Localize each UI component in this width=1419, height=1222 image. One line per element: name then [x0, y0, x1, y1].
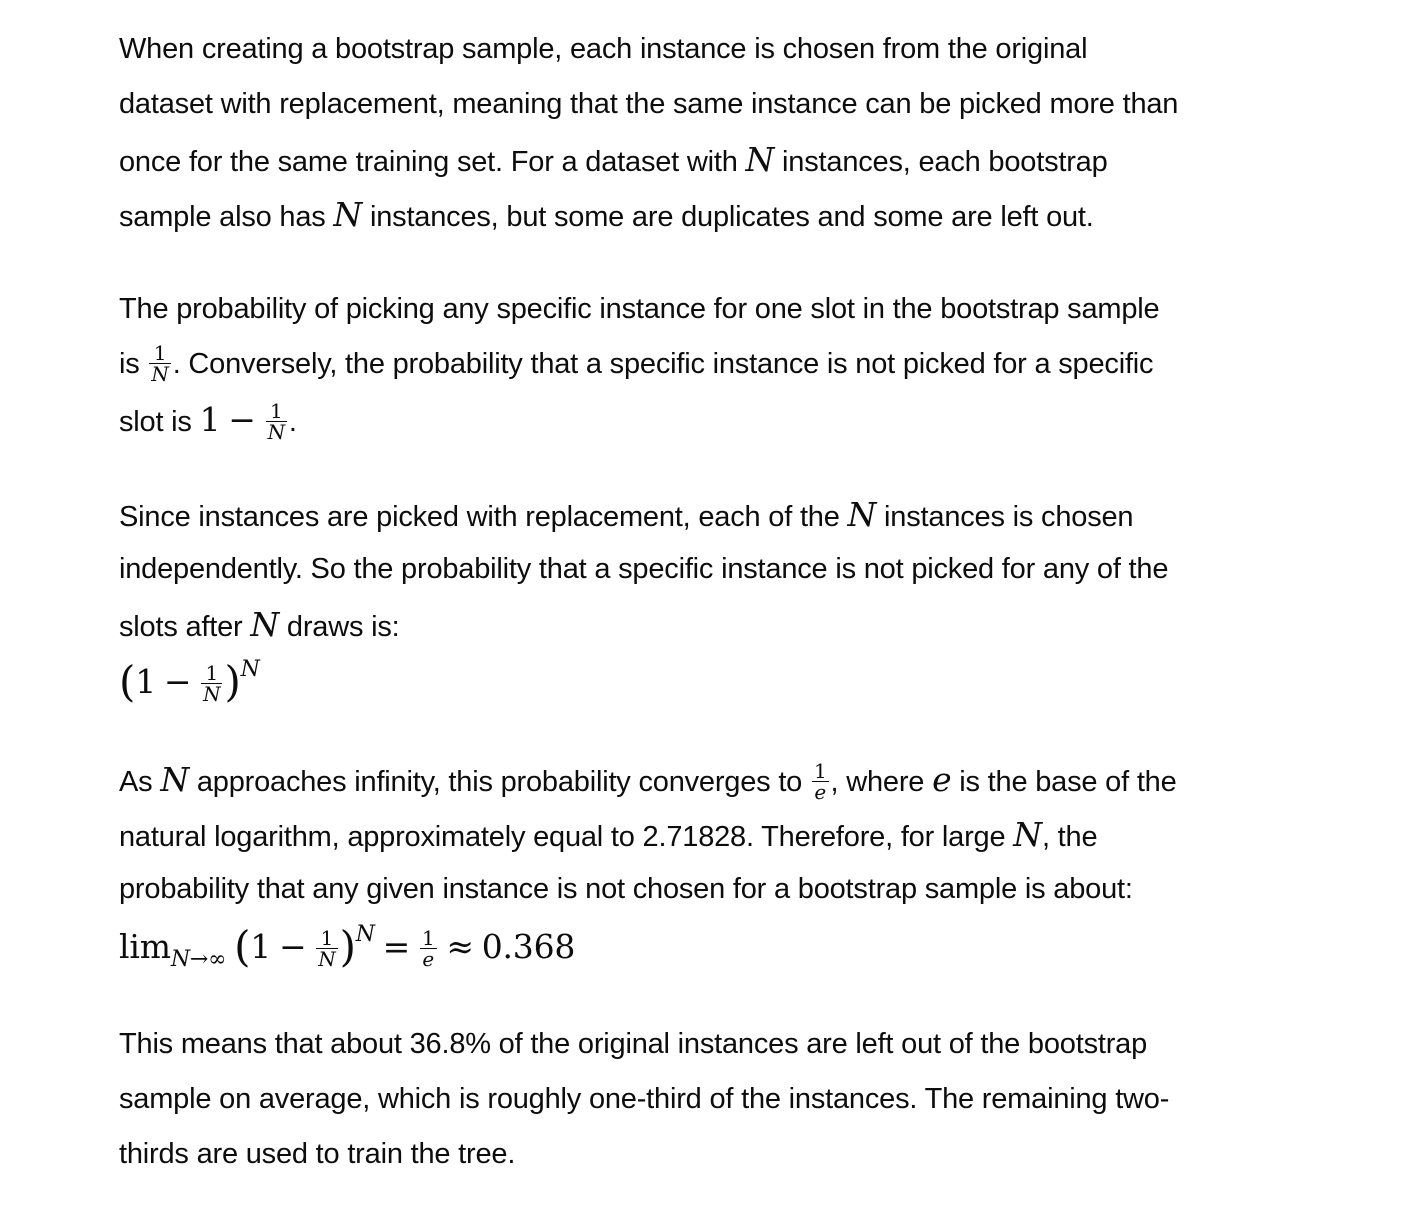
paragraph-conclusion: This means that about 36.8% of the origi…	[119, 1017, 1299, 1182]
fraction-denominator: e	[814, 779, 827, 804]
text-run: When creating a bootstrap sample, each i…	[119, 33, 1088, 65]
fraction-denominator: e	[422, 946, 435, 971]
article-body: When creating a bootstrap sample, each i…	[119, 22, 1299, 1222]
paragraph-limit: As N approaches infinity, this probabili…	[119, 752, 1299, 977]
fraction-numerator: 1	[316, 928, 338, 949]
fraction-one-over-n: 1N	[201, 663, 223, 706]
fraction-one-over-e: 1e	[811, 758, 829, 804]
text-run: .	[288, 406, 297, 438]
text-run: , where	[830, 766, 933, 798]
math-var-n: N	[1013, 815, 1042, 854]
math-approx: ≈	[446, 927, 474, 966]
text-line: sample also has N instances, but some ar…	[119, 187, 1299, 242]
text-run: slots after	[119, 611, 251, 643]
math-var-e: e	[932, 760, 952, 799]
text-line: The probability of picking any specific …	[119, 282, 1299, 337]
math-var-n: N	[160, 760, 189, 799]
fraction-numerator: 1	[811, 758, 829, 783]
text-run: natural logarithm, approximately equal t…	[119, 821, 1014, 853]
fraction-one-over-n: 1N	[316, 928, 338, 971]
math-right-paren: )	[224, 657, 241, 707]
fraction-denominator: N	[267, 419, 286, 444]
math-one: 1	[135, 662, 156, 701]
text-run: dataset with replacement, meaning that t…	[119, 88, 1179, 120]
text-line: slots after N draws is:	[119, 597, 1299, 652]
text-run: instances, each bootstrap	[774, 146, 1108, 178]
text-line: once for the same training set. For a da…	[119, 132, 1299, 187]
math-lim-subscript: N→∞	[170, 947, 227, 972]
formula-power-expression: (1 − 1 N)N	[119, 652, 1299, 712]
text-line: natural logarithm, approximately equal t…	[119, 807, 1299, 862]
text-run: sample on average, which is roughly one-…	[119, 1083, 1170, 1115]
text-run: As	[119, 766, 161, 798]
text-line: Since instances are picked with replacem…	[119, 487, 1299, 542]
text-line: sample on average, which is roughly one-…	[119, 1072, 1299, 1127]
math-minus: −	[228, 400, 256, 439]
text-run: instances is chosen	[876, 501, 1134, 533]
text-run: instances, but some are duplicates and s…	[362, 201, 1094, 233]
text-run: thirds are used to train the tree.	[119, 1138, 516, 1170]
text-run: probability that any given instance is n…	[119, 873, 1133, 905]
math-one: 1	[250, 927, 272, 966]
text-run: The probability of picking any specific …	[119, 293, 1160, 325]
text-run: is	[119, 348, 148, 380]
math-left-paren: (	[234, 922, 251, 972]
math-one: 1	[199, 400, 221, 439]
formula-limit-expression: limN→∞ (1 − 1 N)N = 1e ≈ 0.368	[119, 917, 1299, 977]
fraction-numerator: 1	[201, 663, 223, 684]
fraction-denominator: N	[203, 681, 221, 706]
fraction-denominator: N	[318, 946, 336, 971]
text-run: approaches infinity, this probability co…	[189, 766, 810, 798]
text-line: dataset with replacement, meaning that t…	[119, 77, 1299, 132]
text-line: This means that about 36.8% of the origi…	[119, 1017, 1299, 1072]
math-minus: −	[163, 662, 192, 701]
math-lim: lim	[119, 927, 171, 966]
math-var-n: N	[250, 605, 280, 644]
text-run: sample also has	[119, 201, 334, 233]
text-run: slot is	[119, 406, 200, 438]
paragraph-bootstrap-intro: When creating a bootstrap sample, each i…	[119, 22, 1299, 242]
math-equals: =	[382, 927, 411, 966]
math-var-n: N	[745, 140, 775, 179]
fraction-one-over-n: 1N	[149, 343, 171, 386]
paragraph-probability: The probability of picking any specific …	[119, 282, 1299, 447]
fraction-one-over-e: 1e	[419, 925, 437, 971]
math-result: 0.368	[481, 927, 576, 966]
math-right-paren: )	[339, 922, 356, 972]
text-line: thirds are used to train the tree.	[119, 1127, 1299, 1182]
text-run: , the	[1041, 821, 1098, 853]
text-run: is the base of the	[951, 766, 1177, 798]
text-line: probability that any given instance is n…	[119, 862, 1299, 917]
text-line: As N approaches infinity, this probabili…	[119, 752, 1299, 807]
fraction-numerator: 1	[265, 401, 287, 422]
text-run: Since instances are picked with replacem…	[119, 501, 848, 533]
text-run: This means that about 36.8% of the origi…	[119, 1028, 1148, 1060]
fraction-numerator: 1	[419, 925, 437, 950]
math-left-paren: (	[119, 657, 136, 707]
paragraph-independence: Since instances are picked with replacem…	[119, 487, 1299, 712]
text-line: slot is 1 − 1N.	[119, 392, 1299, 447]
text-run: draws is:	[279, 611, 400, 643]
math-exponent-n: N	[355, 922, 375, 947]
text-run: once for the same training set. For a da…	[119, 146, 746, 178]
math-minus: −	[278, 927, 307, 966]
text-line: independently. So the probability that a…	[119, 542, 1299, 597]
fraction-numerator: 1	[149, 343, 171, 364]
text-line: is 1N. Conversely, the probability that …	[119, 337, 1299, 392]
fraction-one-over-n: 1N	[265, 401, 287, 444]
text-run: . Conversely, the probability that a spe…	[172, 348, 1154, 380]
math-exponent-n: N	[240, 657, 260, 682]
math-var-n: N	[847, 495, 877, 534]
text-run: independently. So the probability that a…	[119, 553, 1169, 585]
fraction-denominator: N	[151, 361, 169, 386]
text-line: When creating a bootstrap sample, each i…	[119, 22, 1299, 77]
math-var-n: N	[333, 195, 363, 234]
